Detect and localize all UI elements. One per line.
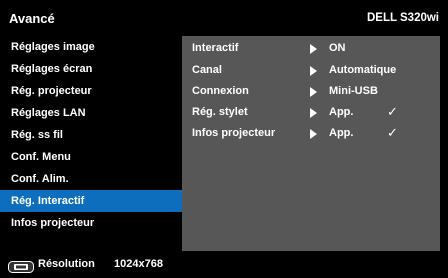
setting-label: Canal	[192, 64, 222, 76]
settings-panel: Interactif ON Canal Automatique Connexio…	[182, 36, 440, 251]
display-icon	[8, 260, 34, 278]
sidebar-item-infos-projecteur[interactable]: Infos projecteur	[0, 212, 182, 234]
model-name: DELL S320wi	[366, 12, 439, 24]
sidebar-item-reglages-image[interactable]: Réglages image	[0, 36, 182, 58]
sidebar-item-conf-alim[interactable]: Conf. Alim.	[0, 168, 182, 190]
resolution-label: Résolution	[38, 258, 95, 270]
setting-value: App.	[329, 127, 354, 139]
setting-value: ON	[329, 42, 346, 54]
setting-value: App.	[329, 106, 354, 118]
checkmark-icon: ✓	[387, 104, 398, 119]
sidebar: Réglages image Réglages écran Rég. proje…	[0, 36, 182, 251]
arrow-right-icon	[310, 87, 317, 97]
setting-row-canal[interactable]: Canal Automatique	[182, 61, 440, 81]
setting-label: Connexion	[192, 85, 249, 97]
setting-row-connexion[interactable]: Connexion Mini-USB	[182, 82, 440, 102]
setting-label: Rég. stylet	[192, 106, 248, 118]
setting-value: Mini-USB	[329, 85, 378, 97]
resolution-value: 1024x768	[114, 258, 163, 270]
sidebar-item-conf-menu[interactable]: Conf. Menu	[0, 146, 182, 168]
sidebar-item-reglages-lan[interactable]: Réglages LAN	[0, 102, 182, 124]
setting-label: Interactif	[192, 42, 239, 54]
sidebar-item-reg-interactif[interactable]: Rég. Interactif	[0, 190, 182, 212]
menu-title: Avancé	[9, 11, 55, 26]
menu-header: Avancé DELL S320wi	[0, 0, 448, 36]
sidebar-item-reglages-ecran[interactable]: Réglages écran	[0, 58, 182, 80]
sidebar-item-reg-projecteur[interactable]: Rég. projecteur	[0, 80, 182, 102]
arrow-right-icon	[310, 129, 317, 139]
arrow-right-icon	[310, 44, 317, 54]
setting-row-interactif[interactable]: Interactif ON	[182, 39, 440, 59]
status-footer: Résolution 1024x768	[0, 251, 448, 277]
osd-menu: Avancé DELL S320wi Réglages image Réglag…	[0, 0, 448, 277]
setting-value: Automatique	[329, 64, 397, 76]
setting-label: Infos projecteur	[192, 127, 276, 139]
sidebar-item-reg-ss-fil[interactable]: Rég. ss fil	[0, 124, 182, 146]
arrow-right-icon	[310, 66, 317, 76]
arrow-right-icon	[310, 108, 317, 118]
setting-row-reg-stylet[interactable]: Rég. stylet App. ✓	[182, 103, 440, 123]
setting-row-infos-projecteur[interactable]: Infos projecteur App. ✓	[182, 124, 440, 144]
checkmark-icon: ✓	[387, 125, 398, 140]
